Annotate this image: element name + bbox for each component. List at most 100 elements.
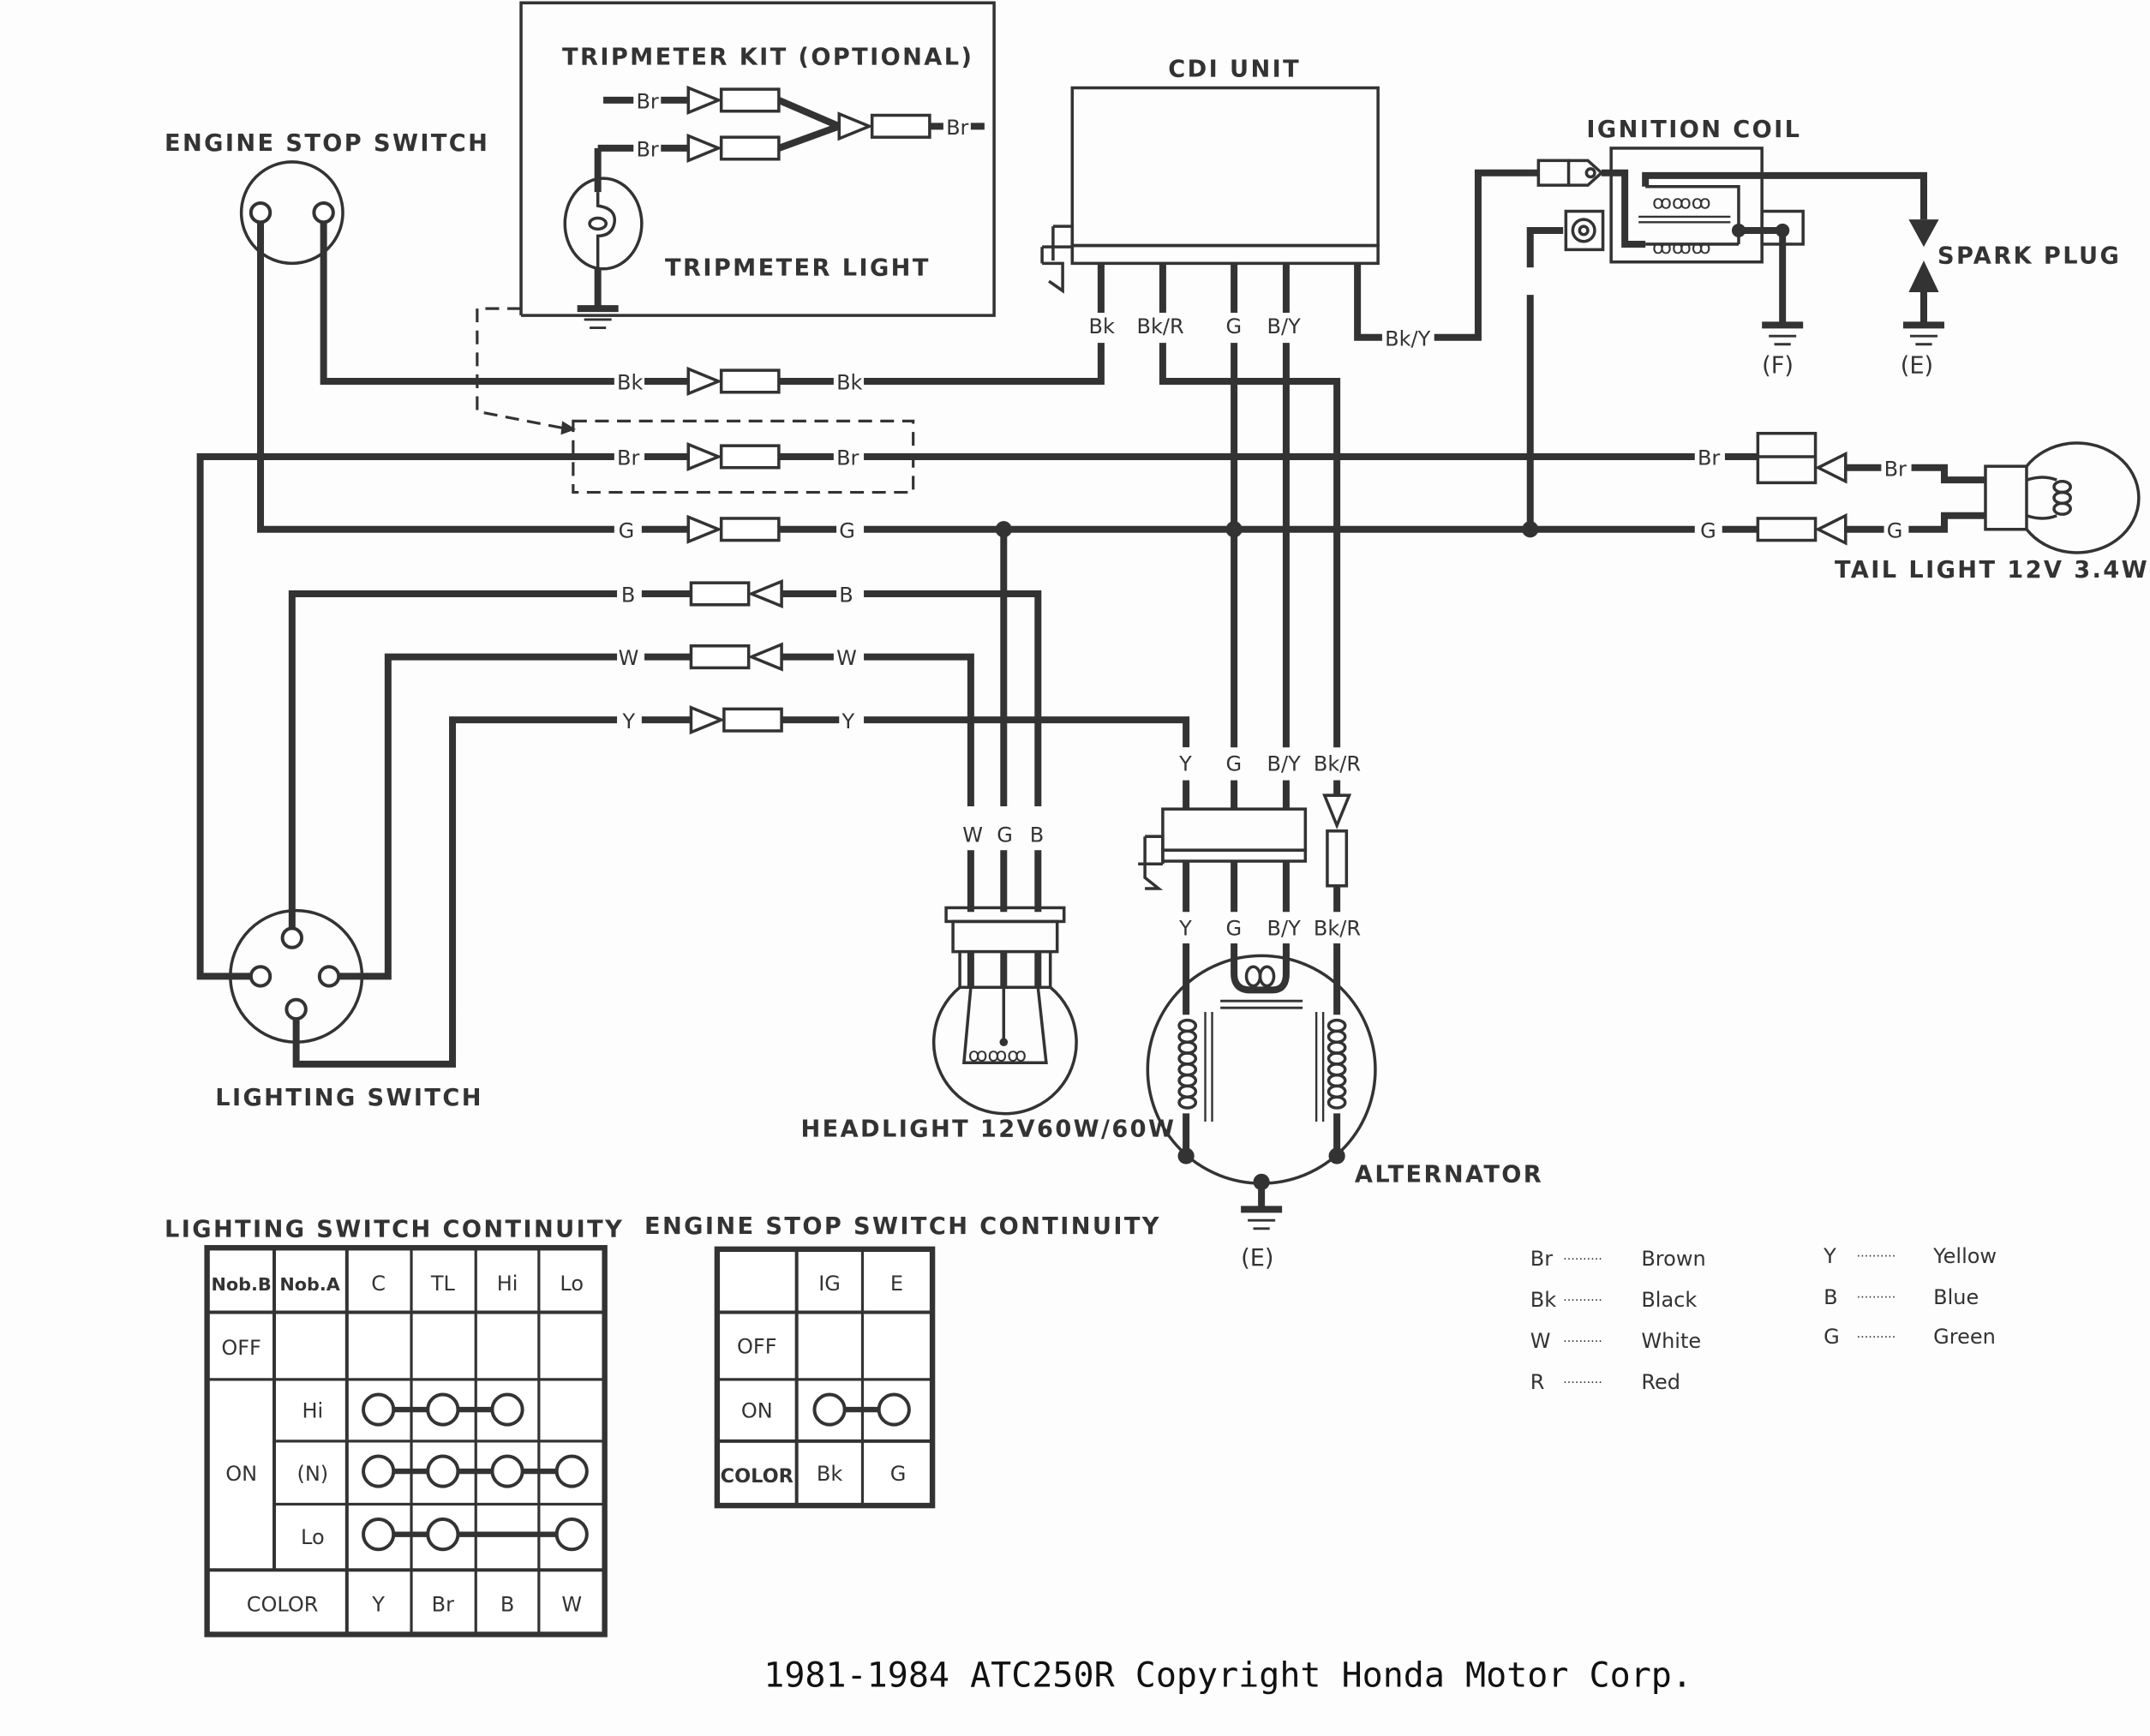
row-label: Hi	[302, 1399, 323, 1423]
tripmeter-light-label: TRIPMETER LIGHT	[665, 255, 931, 282]
engine-stop-switch-label: ENGINE STOP SWITCH	[165, 130, 489, 157]
headlight-label: HEADLIGHT 12V60W/60W	[800, 1116, 1176, 1143]
wire-label: Y	[1178, 751, 1192, 775]
connector	[686, 86, 781, 115]
tail-light-bulb-icon	[2025, 441, 2141, 554]
wire-label: G	[1887, 518, 1903, 542]
ground-icon	[1241, 1209, 1282, 1228]
row-label: OFF	[221, 1336, 261, 1360]
wire-label: B	[1030, 823, 1044, 847]
color-code: G	[890, 1462, 907, 1486]
row-label: OFF	[737, 1334, 777, 1358]
ground-icon	[578, 308, 619, 327]
wire-label: G	[997, 823, 1013, 847]
cdi-unit-label: CDI UNIT	[1168, 57, 1301, 83]
legend-code: G	[1824, 1325, 1840, 1349]
spark-gap-top-icon	[1908, 219, 1939, 248]
table-header: Hi	[497, 1272, 518, 1296]
wire-label: Y	[1178, 916, 1192, 940]
wire-label: Bk	[1089, 314, 1115, 338]
legend-dots: ··········	[1563, 1253, 1602, 1266]
tail-light: Br G TAIL LIGHT 12V 3.4W	[1756, 431, 2149, 584]
spark-gap-bottom-icon	[1908, 260, 1939, 292]
legend-dots: ··········	[1563, 1376, 1602, 1390]
tripmeter-link	[476, 307, 563, 429]
legend-name: White	[1641, 1329, 1701, 1353]
lighting-switch-continuity-table: LIGHTING SWITCH CONTINUITY Nob.B Nob.A C…	[165, 1216, 624, 1637]
headlight: W G B ꝏꝏꝏ HEADLIGHT 12V60W/60W	[800, 805, 1176, 1143]
legend-code: R	[1530, 1370, 1545, 1394]
legend-code: Bk	[1530, 1288, 1556, 1312]
wire-label: G	[619, 518, 635, 542]
wire-label: W	[962, 823, 983, 847]
wire-label: Y	[841, 709, 854, 733]
connector	[686, 515, 781, 543]
table-header: IG	[818, 1272, 841, 1296]
wire-label: W	[836, 646, 857, 670]
color-code: B	[500, 1592, 514, 1616]
continuity-mark	[877, 1392, 911, 1427]
alternator-label: ALTERNATOR	[1355, 1161, 1543, 1188]
wire-label: Br	[617, 446, 639, 470]
ground-f-label: (F)	[1762, 352, 1794, 379]
wire-label: Y	[621, 709, 635, 733]
continuity-mark	[554, 1454, 589, 1488]
wire-label: B/Y	[1267, 916, 1302, 940]
color-label: COLOR	[721, 1465, 794, 1488]
engine-stop-table-title: ENGINE STOP SWITCH CONTINUITY	[644, 1213, 1161, 1240]
color-label: COLOR	[247, 1592, 319, 1616]
legend-name: Green	[1933, 1325, 1996, 1349]
continuity-mark	[426, 1454, 460, 1488]
legend-dots: ··········	[1857, 1291, 1896, 1305]
filament-icon: ꝏꝏꝏ	[968, 1045, 1027, 1067]
connector	[689, 643, 783, 671]
copyright-caption: 1981-1984 ATC250R Copyright Honda Motor …	[764, 1655, 1692, 1695]
wire-label: Bk/R	[1137, 314, 1184, 338]
tail-light-label: TAIL LIGHT 12V 3.4W	[1835, 557, 2149, 584]
color-legend: Br ·········· Brown Bk ·········· Black …	[1530, 1244, 1997, 1394]
continuity-mark	[426, 1392, 460, 1427]
wire-label: G	[1226, 751, 1243, 775]
legend-code: W	[1530, 1329, 1551, 1353]
legend-dots: ··········	[1563, 1335, 1602, 1349]
engine-stop-switch: ENGINE STOP SWITCH	[165, 130, 489, 266]
connector	[689, 579, 783, 608]
lighting-switch: LIGHTING SWITCH	[196, 908, 483, 1111]
color-code: Br	[432, 1592, 454, 1616]
legend-dots: ··········	[1857, 1331, 1896, 1344]
row-label: (N)	[296, 1462, 328, 1486]
wire-label: G	[1700, 518, 1716, 542]
table-header: TL	[430, 1272, 456, 1296]
continuity-mark	[362, 1392, 396, 1427]
engine-stop-continuity-table: ENGINE STOP SWITCH CONTINUITY IG E OFF O…	[644, 1213, 1161, 1509]
table-header: Lo	[560, 1272, 584, 1296]
continuity-mark	[426, 1518, 460, 1552]
cdi-unit-box	[1070, 86, 1380, 248]
wire-label: G	[1226, 916, 1243, 940]
wire-label: Bk/Y	[1385, 326, 1430, 350]
alternator: (E) ALTERNATOR	[1146, 943, 1543, 1272]
ground-icon	[1762, 325, 1803, 344]
legend-name: Blue	[1933, 1285, 1979, 1309]
wire-label: G	[1226, 314, 1243, 338]
wire-label: Bk/R	[1314, 916, 1361, 940]
regulator-connector: Y G B/Y Bk/R Y G B/Y Bk/R	[1138, 747, 1361, 940]
row-label: ON	[225, 1462, 257, 1486]
continuity-mark	[812, 1392, 847, 1427]
row-label: Lo	[301, 1525, 325, 1549]
continuity-mark	[554, 1518, 589, 1552]
stator-coil-left-icon	[1177, 1012, 1213, 1122]
lighting-table-title: LIGHTING SWITCH CONTINUITY	[165, 1216, 624, 1242]
ignition-coil-label: IGNITION COIL	[1586, 117, 1801, 143]
wire-label: Br	[1884, 457, 1907, 481]
continuity-mark	[362, 1518, 396, 1552]
wire-label: Br	[636, 138, 658, 162]
ground-icon	[1903, 325, 1944, 344]
lighting-switch-label: LIGHTING SWITCH	[215, 1085, 483, 1111]
legend-name: Red	[1641, 1370, 1680, 1394]
spark-plug: (E) SPARK PLUG	[1901, 219, 2119, 379]
legend-name: Black	[1641, 1288, 1697, 1312]
continuity-mark	[490, 1454, 524, 1488]
table-header: Nob.B	[211, 1274, 271, 1295]
wiring-diagram: TRIPMETER KIT (OPTIONAL) Br Br Br TRIPME…	[165, 1, 2149, 1695]
